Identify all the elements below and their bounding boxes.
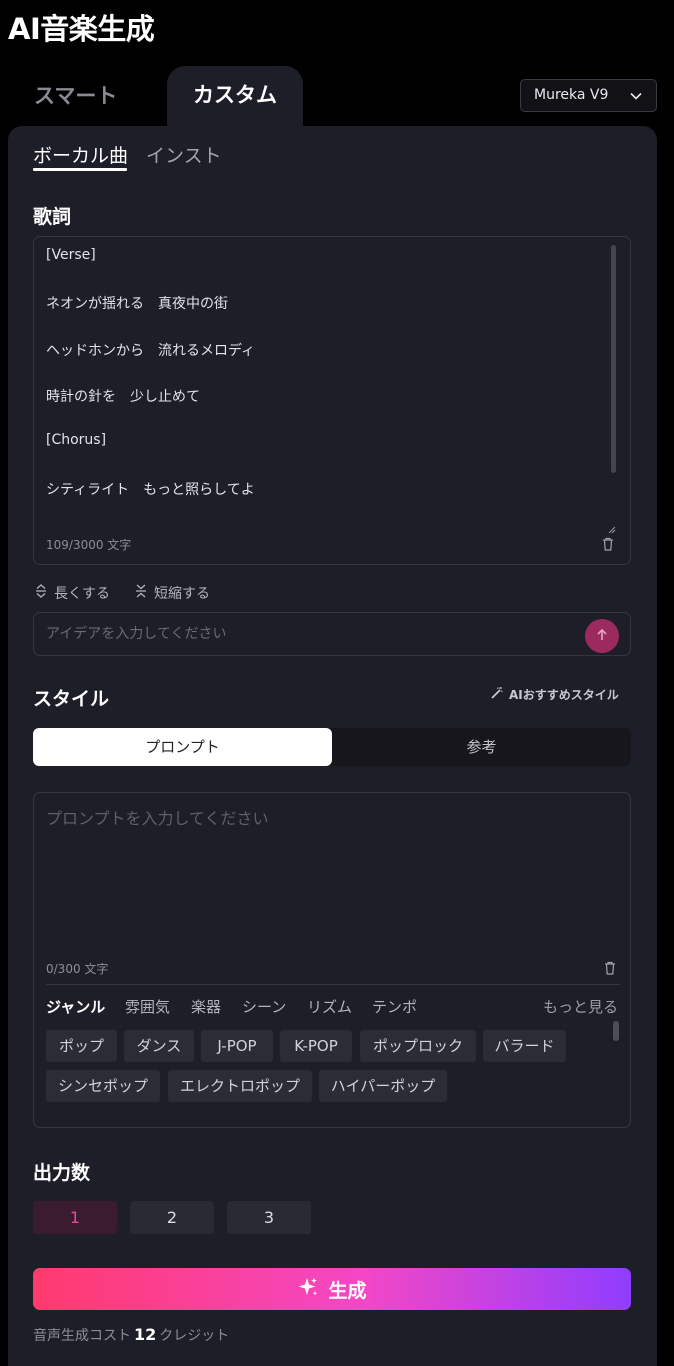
- genre-chip[interactable]: ダンス: [124, 1030, 194, 1062]
- generate-label: 生成: [328, 1279, 367, 1302]
- lengthen-label: 長くする: [54, 586, 110, 602]
- idea-input-container: [33, 612, 631, 656]
- tab-prompt[interactable]: プロンプト: [33, 728, 332, 766]
- genre-chip[interactable]: バラード: [483, 1030, 566, 1062]
- genre-chip[interactable]: シンセポップ: [46, 1070, 160, 1102]
- output-count-label: 出力数: [33, 1162, 91, 1184]
- genre-chip[interactable]: エレクトロポップ: [168, 1070, 312, 1102]
- category-tab-genre[interactable]: ジャンル: [46, 996, 105, 1017]
- genre-chip[interactable]: K-POP: [280, 1030, 352, 1062]
- style-mode-toggle: プロンプト 参考: [33, 728, 631, 766]
- tab-custom[interactable]: カスタム: [167, 66, 303, 128]
- lyrics-line: ネオンが揺れる 真夜中の街: [46, 296, 228, 312]
- resize-handle-icon[interactable]: [606, 519, 616, 534]
- app-title: AI音楽生成: [8, 12, 155, 46]
- category-tab-tempo[interactable]: テンポ: [372, 996, 417, 1017]
- category-tab-instrument[interactable]: 楽器: [191, 996, 221, 1017]
- tab-vocal[interactable]: ボーカル曲: [33, 141, 128, 168]
- trash-icon[interactable]: [602, 960, 618, 976]
- output-count-1[interactable]: 1: [33, 1201, 117, 1234]
- active-tab-indicator: [33, 168, 127, 171]
- tab-custom-label: カスタム: [193, 83, 277, 107]
- magic-wand-icon: [490, 686, 504, 703]
- arrow-up-icon: [595, 627, 609, 646]
- category-tab-rhythm[interactable]: リズム: [307, 996, 352, 1017]
- category-tab-mood[interactable]: 雰囲気: [125, 996, 170, 1017]
- model-select-value: Mureka V9: [534, 87, 609, 103]
- style-label: スタイル: [33, 688, 110, 710]
- cost-info: 音声生成コスト 12 クレジット: [33, 1325, 229, 1345]
- cost-suffix: クレジット: [159, 1328, 230, 1344]
- tab-reference[interactable]: 参考: [332, 728, 631, 766]
- tab-inst[interactable]: インスト: [146, 141, 222, 168]
- ai-recommend-button[interactable]: AIおすすめスタイル: [490, 686, 619, 703]
- tab-smart[interactable]: スマート: [34, 80, 117, 110]
- genre-chip[interactable]: J-POP: [201, 1030, 273, 1062]
- genre-chip[interactable]: ポップ: [46, 1030, 117, 1062]
- lyrics-line: 時計の針を 少し止めて: [46, 389, 200, 405]
- sparkle-icon: [297, 1276, 319, 1303]
- genre-chip[interactable]: ハイパーポップ: [319, 1070, 447, 1102]
- lyrics-line: シティライト もっと照らしてよ: [46, 482, 255, 498]
- lyrics-line: [Verse]: [46, 247, 96, 263]
- prompt-input[interactable]: [46, 805, 616, 955]
- output-count-3[interactable]: 3: [227, 1201, 311, 1234]
- lyrics-scrollbar[interactable]: [611, 245, 616, 473]
- send-button[interactable]: [585, 619, 619, 653]
- generate-button[interactable]: 生成: [33, 1268, 631, 1310]
- shorten-button[interactable]: 短縮する: [135, 583, 210, 603]
- model-select[interactable]: Mureka V9: [520, 79, 657, 112]
- lyrics-label: 歌詞: [33, 206, 72, 228]
- lyrics-char-count: 109/3000 文字: [46, 538, 132, 552]
- chip-scrollbar[interactable]: [613, 1021, 619, 1041]
- shorten-label: 短縮する: [154, 586, 210, 602]
- genre-chip[interactable]: ポップロック: [360, 1030, 476, 1062]
- lyrics-line: [Chorus]: [46, 432, 107, 448]
- lyrics-line: ヘッドホンから 流れるメロディ: [46, 343, 256, 359]
- divider: [46, 984, 620, 985]
- cost-prefix: 音声生成コスト: [33, 1328, 131, 1344]
- prompt-container: 0/300 文字 ジャンル 雰囲気 楽器 シーン リズム テンポ もっと見る ポ…: [33, 792, 631, 1128]
- output-count-2[interactable]: 2: [130, 1201, 214, 1234]
- lengthen-button[interactable]: 長くする: [35, 583, 110, 603]
- ai-recommend-label: AIおすすめスタイル: [509, 688, 619, 702]
- trash-icon[interactable]: [600, 536, 616, 552]
- cost-amount: 12: [134, 1325, 157, 1344]
- expand-icon: [35, 584, 47, 602]
- chevron-down-icon: [628, 80, 644, 111]
- more-link[interactable]: もっと見る: [543, 996, 618, 1017]
- idea-input[interactable]: [46, 613, 576, 655]
- prompt-char-count: 0/300 文字: [46, 962, 109, 976]
- category-tab-scene[interactable]: シーン: [242, 996, 286, 1017]
- lyrics-textarea[interactable]: [Verse] ネオンが揺れる 真夜中の街 ヘッドホンから 流れるメロディ 時計…: [33, 236, 631, 565]
- collapse-icon: [135, 584, 147, 602]
